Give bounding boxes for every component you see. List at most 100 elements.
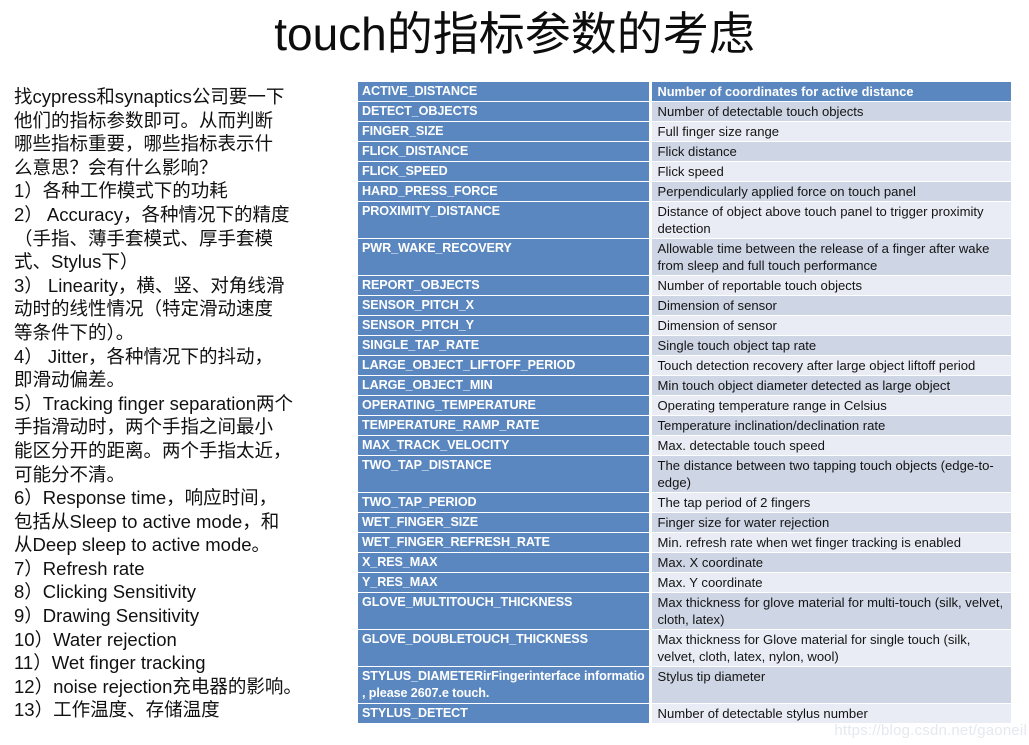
parameter-name-cell: SENSOR_PITCH_Y (358, 315, 652, 336)
table-row: LARGE_OBJECT_LIFTOFF_PERIOD Touch detecti… (358, 355, 1011, 376)
parameter-description-cell: Touch detection recovery after large obj… (650, 355, 1011, 376)
table-row: MAX_TRACK_VELOCITY Max. detectable touch … (358, 435, 1011, 456)
table-row: WET_FINGER_SIZE Finger size for water rej… (358, 512, 1011, 533)
notes-line: 从Deep sleep to active mode。 (14, 534, 271, 556)
parameter-name-cell: TWO_TAP_PERIOD (358, 492, 652, 513)
parameter-name-cell: MAX_TRACK_VELOCITY (358, 435, 652, 456)
notes-line: 10）Water rejection (14, 628, 177, 650)
parameter-description-cell: The tap period of 2 fingers (650, 492, 1011, 513)
parameter-description-cell: Number of reportable touch objects (650, 275, 1011, 296)
parameter-name-cell: SINGLE_TAP_RATE (358, 335, 652, 356)
notes-line: 手指滑动时，两个手指之间最小 (14, 416, 274, 438)
parameter-name-cell: STYLUS_DETECT (358, 703, 652, 724)
notes-line: 他们的指标参数即可。从而判断 (14, 109, 274, 131)
parameter-description-cell: Number of coordinates for active distanc… (650, 82, 1011, 102)
notes-line: 包括从Sleep to active mode，和 (14, 510, 280, 532)
table-row: ACTIVE_DISTANCE Number of coordinates for… (358, 82, 1011, 102)
table-row: REPORT_OBJECTS Number of reportable touch… (358, 275, 1011, 296)
notes-line: 4） Jitter，各种情况下的抖动， (14, 345, 274, 367)
table-row: HARD_PRESS_FORCE Perpendicularly applied … (358, 181, 1011, 202)
parameter-description-cell: Allowable time between the release of a … (650, 238, 1011, 276)
watermark: https://blog.csdn.net/gaoneil (834, 722, 1027, 739)
notes-line: 等条件下的）。 (14, 321, 135, 343)
parameter-description-cell: Min touch object diameter detected as la… (650, 375, 1011, 396)
parameter-name-cell: PROXIMITY_DISTANCE (358, 201, 652, 239)
parameter-description-cell: Distance of object above touch panel to … (650, 201, 1011, 239)
notes-line: 13）工作温度、存储温度 (14, 699, 220, 721)
parameter-description-cell: Dimension of sensor (650, 315, 1011, 336)
parameter-description-cell: Min. refresh rate when wet finger tracki… (650, 532, 1011, 553)
parameter-name-cell: TEMPERATURE_RAMP_RATE (358, 415, 652, 436)
parameter-name-cell: PWR_WAKE_RECOVERY (358, 238, 652, 276)
parameter-description-cell: Single touch object tap rate (650, 335, 1011, 356)
notes-line: 1）各种工作模式下的功耗 (14, 180, 228, 202)
notes-line: 12）noise rejection充电器的影响。 (14, 675, 302, 697)
parameter-name-cell: FINGER_SIZE (358, 121, 652, 142)
table-row: GLOVE_MULTITOUCH_THICKNESS Max thickness … (358, 592, 1011, 630)
parameter-description-cell: Flick speed (650, 161, 1011, 182)
parameter-name-cell: LARGE_OBJECT_LIFTOFF_PERIOD (358, 355, 652, 376)
parameter-description-cell: Max thickness for Glove material for sin… (650, 629, 1011, 667)
table-row: FLICK_SPEED Flick speed (358, 161, 1011, 182)
table-row: SENSOR_PITCH_Y Dimension of sensor (358, 315, 1011, 336)
parameter-name-cell: Y_RES_MAX (358, 572, 652, 593)
parameter-name-cell: REPORT_OBJECTS (358, 275, 652, 296)
parameter-description-cell: The distance between two tapping touch o… (650, 455, 1011, 493)
table-row: WET_FINGER_REFRESH_RATE Min. refresh rate… (358, 532, 1011, 553)
parameter-description-cell: Flick distance (650, 141, 1011, 162)
page-title: touch的指标参数的考虑 (274, 8, 755, 60)
notes-line: 哪些指标重要，哪些指标表示什 (14, 133, 274, 155)
table-row: TWO_TAP_PERIOD The tap period of 2 finger… (358, 492, 1011, 513)
parameter-name-cell: FLICK_SPEED (358, 161, 652, 182)
parameter-description-cell: Max. X coordinate (650, 552, 1011, 573)
parameter-name-cell: TWO_TAP_DISTANCE (358, 455, 652, 493)
parameter-name-cell: X_RES_MAX (358, 552, 652, 573)
parameter-name-cell: HARD_PRESS_FORCE (358, 181, 652, 202)
table-row: OPERATING_TEMPERATURE Operating temperatu… (358, 395, 1011, 416)
table-row: PWR_WAKE_RECOVERY Allowable time between … (358, 238, 1011, 276)
notes-text-block: 找cypress和synaptics公司要一下 他们的指标参数即可。从而判断 哪些指… (14, 85, 348, 722)
notes-line: 2） Accuracy，各种情况下的精度 (14, 203, 290, 225)
table-row: TWO_TAP_DISTANCE The distance between two… (358, 455, 1011, 493)
notes-line: 8）Clicking Sensitivity (14, 581, 196, 603)
parameter-description-cell: Max. Y coordinate (650, 572, 1011, 593)
table-row: X_RES_MAX Max. X coordinate (358, 552, 1011, 573)
table-row: STYLUS_DETECT Number of detectable stylus… (358, 703, 1011, 724)
parameter-name-cell: SENSOR_PITCH_X (358, 295, 652, 316)
notes-line: 11）Wet finger tracking (14, 652, 206, 674)
parameter-name-cell: OPERATING_TEMPERATURE (358, 395, 652, 416)
parameter-name-cell: WET_FINGER_REFRESH_RATE (358, 532, 652, 553)
table-row: PROXIMITY_DISTANCE Distance of object abo… (358, 201, 1011, 239)
parameter-description-cell: Full finger size range (650, 121, 1011, 142)
notes-line: 3） Linearity，横、竖、对角线滑 (14, 274, 285, 296)
parameter-description-cell: Finger size for water rejection (650, 512, 1011, 533)
parameter-description-cell: Dimension of sensor (650, 295, 1011, 316)
parameter-name-cell: GLOVE_DOUBLETOUCH_THICKNESS (358, 629, 652, 667)
parameter-name-cell: DETECT_OBJECTS (358, 101, 652, 122)
notes-line: 找cypress和synaptics公司要一下 (14, 86, 285, 107)
parameter-description-cell: Stylus tip diameter (650, 666, 1011, 704)
table-row: GLOVE_DOUBLETOUCH_THICKNESS Max thickness… (358, 629, 1011, 667)
table-row: DETECT_OBJECTS Number of detectable touch… (358, 101, 1011, 122)
notes-line: 能区分开的距离。两个手指太近， (14, 439, 292, 461)
parameter-name-cell: FLICK_DISTANCE (358, 141, 652, 162)
notes-line: 可能分不清。 (14, 463, 126, 485)
parameter-description-cell: Number of detectable stylus number (650, 703, 1011, 724)
parameter-description-cell: Max thickness for glove material for mul… (650, 592, 1011, 630)
parameter-name-cell: WET_FINGER_SIZE (358, 512, 652, 533)
parameter-description-cell: Temperature inclination/declination rate (650, 415, 1011, 436)
notes-line: 6）Response time，响应时间， (14, 487, 278, 509)
table-row: FINGER_SIZE Full finger size range (358, 121, 1011, 142)
table-body: ACTIVE_DISTANCE Number of coordinates for… (358, 82, 1011, 724)
table-row: TEMPERATURE_RAMP_RATE Temperature inclina… (358, 415, 1011, 436)
notes-line: 么意思？会有什么影响？ (14, 156, 218, 178)
table-row: Y_RES_MAX Max. Y coordinate (358, 572, 1011, 593)
parameter-description-cell: Operating temperature range in Celsius (650, 395, 1011, 416)
notes-line: （手指、薄手套模式、厚手套模 (14, 227, 274, 249)
parameter-name-cell: ACTIVE_DISTANCE (358, 82, 652, 102)
table-row: SENSOR_PITCH_X Dimension of sensor (358, 295, 1011, 316)
parameter-name-cell: GLOVE_MULTITOUCH_THICKNESS (358, 592, 652, 630)
table-row: STYLUS_DIAMETERirFingerinterface informa… (358, 666, 1011, 704)
notes-line: 动时的线性情况（特定滑动速度 (14, 298, 274, 320)
touch-parameter-table: ACTIVE_DISTANCE Number of coordinates for… (358, 82, 1011, 724)
